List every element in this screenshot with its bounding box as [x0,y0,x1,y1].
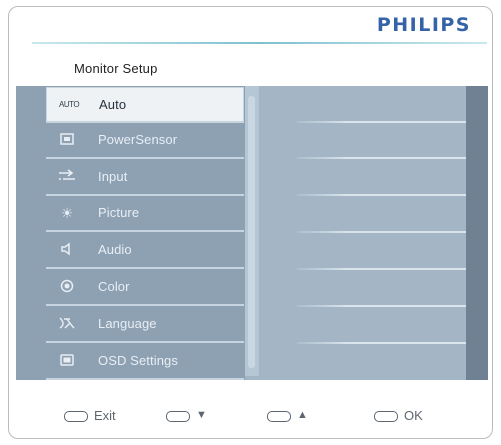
submenu-divider [297,121,466,123]
menu-item-color[interactable]: Color [46,270,244,306]
submenu-divider [297,342,466,344]
powersensor-icon [58,132,76,148]
submenu-divider [297,157,466,159]
down-arrow-icon: ▼ [196,409,207,421]
submenu-panel [245,86,466,380]
menu-item-label: Audio [98,242,132,257]
button-shape-icon [374,411,398,422]
submenu-divider [297,194,466,196]
menu-item-label: Input [98,169,128,184]
language-icon [58,316,76,332]
menu-item-input[interactable]: Input [46,160,244,196]
up-arrow-icon: ▲ [297,409,308,421]
submenu-divider [297,231,466,233]
menu-item-audio[interactable]: Audio [46,233,244,269]
header-divider [32,42,487,44]
button-shape-icon [64,411,88,422]
menu-item-label: Color [98,279,130,294]
menu-item-label: PowerSensor [98,132,178,147]
menu-title: Monitor Setup [74,61,158,76]
button-shape-icon [267,411,291,422]
submenu-divider [297,268,466,270]
speaker-icon [58,242,76,258]
scroll-thumb[interactable] [248,96,255,368]
menu-item-picture[interactable]: ☀ Picture [46,196,244,232]
menu-item-osd-settings[interactable]: OSD Settings [46,344,244,380]
menu-item-label: Language [98,316,157,331]
panel-edge [466,86,488,380]
submenu-divider [297,305,466,307]
exit-label: Exit [94,408,116,423]
input-icon [58,169,76,185]
button-shape-icon [166,411,190,422]
osd-settings-icon [58,353,76,369]
menu-item-auto[interactable]: AUTO Auto [46,87,244,123]
color-icon [58,279,76,295]
menu-item-powersensor[interactable]: PowerSensor [46,123,244,159]
menu-item-label: Picture [98,205,140,220]
menu-item-label: Auto [99,97,127,112]
picture-icon: ☀ [60,205,74,221]
auto-icon: AUTO [59,100,80,109]
brand-logo: PHILIPS [376,14,471,36]
ok-label: OK [404,408,423,423]
menu-item-language[interactable]: Language [46,307,244,343]
menu-item-label: OSD Settings [98,353,178,368]
